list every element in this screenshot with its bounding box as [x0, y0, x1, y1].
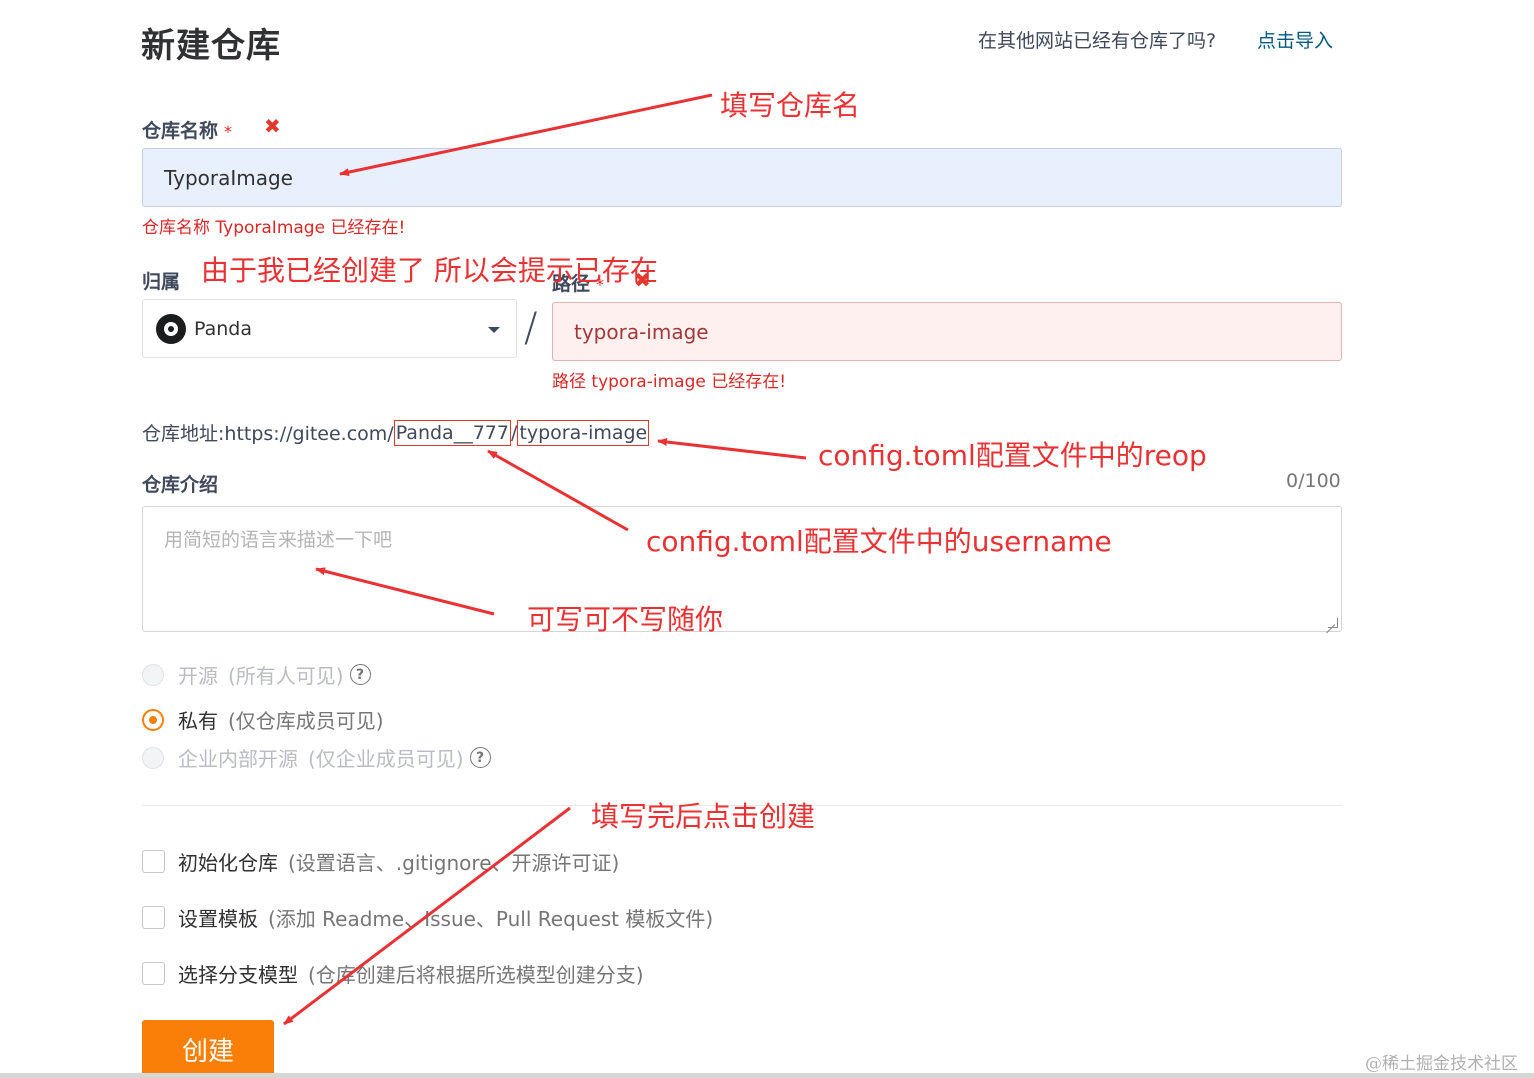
avatar-icon: [156, 313, 186, 344]
arrow-to-repo: [657, 438, 807, 460]
radio-private[interactable]: [142, 708, 164, 731]
annotation-submit: 填写完后点击创建: [591, 800, 816, 833]
radio-private-label: 私有: [178, 709, 218, 733]
visibility-open[interactable]: 开源 (所有人可见) ?: [142, 660, 371, 689]
annotation-name: 填写仓库名: [720, 89, 861, 122]
checkbox-template[interactable]: [142, 906, 165, 929]
help-icon[interactable]: ?: [349, 664, 371, 685]
import-link[interactable]: 点击导入: [1257, 26, 1333, 53]
bottom-bar: [0, 1073, 1534, 1078]
annotation-repo: config.toml配置文件中的reop: [818, 439, 1207, 472]
repo-name-error: 仓库名称 TyporaImage 已经存在!: [142, 218, 406, 238]
close-icon: ✖: [264, 114, 281, 138]
option-branch-label: 选择分支模型: [178, 963, 298, 987]
path-value: typora-image: [574, 319, 709, 344]
annotation-exists: 由于我已经创建了 所以会提示已存在: [201, 254, 658, 287]
checkbox-branch[interactable]: [142, 962, 165, 985]
address-prefix: 仓库地址:https://gitee.com/: [142, 423, 394, 445]
char-counter: 0/100: [1286, 470, 1341, 492]
radio-open-sub: (所有人可见): [228, 664, 344, 688]
option-template-sub: (添加 Readme、Issue、Pull Request 模板文件): [268, 907, 714, 931]
path-error: 路径 typora-image 已经存在!: [552, 372, 787, 392]
radio-private-sub: (仅仓库成员可见): [228, 709, 384, 733]
radio-enterprise-label: 企业内部开源: [178, 747, 298, 771]
radio-open-label: 开源: [178, 664, 218, 688]
option-template[interactable]: 设置模板 (添加 Readme、Issue、Pull Request 模板文件): [142, 903, 713, 932]
radio-open[interactable]: [142, 663, 164, 686]
repo-name-value: TyporaImage: [164, 165, 293, 190]
chevron-down-icon: [488, 327, 500, 333]
owner-select[interactable]: Panda: [142, 299, 517, 358]
option-branch-model[interactable]: 选择分支模型 (仓库创建后将根据所选模型创建分支): [142, 959, 644, 988]
path-separator: /: [524, 305, 538, 351]
option-init-repo[interactable]: 初始化仓库 (设置语言、.gitignore、开源许可证): [142, 847, 619, 876]
description-placeholder: 用简短的语言来描述一下吧: [164, 529, 393, 551]
option-branch-sub: (仓库创建后将根据所选模型创建分支): [308, 963, 644, 987]
required-marker: *: [224, 122, 233, 141]
visibility-private[interactable]: 私有 (仅仓库成员可见): [142, 705, 384, 734]
address-repo: typora-image: [517, 419, 650, 446]
watermark: @稀土掘金技术社区: [1365, 1054, 1518, 1074]
page-title: 新建仓库: [141, 26, 281, 66]
repo-name-label-text: 仓库名称: [142, 120, 219, 142]
radio-enterprise[interactable]: [142, 746, 164, 769]
option-template-label: 设置模板: [178, 907, 258, 931]
radio-enterprise-sub: (仅企业成员可见): [308, 747, 464, 771]
repo-name-label: 仓库名称 *: [142, 116, 232, 143]
option-init-label: 初始化仓库: [178, 851, 278, 875]
owner-name: Panda: [194, 317, 252, 340]
path-input[interactable]: typora-image: [552, 302, 1342, 361]
owner-label: 归属: [142, 271, 181, 293]
visibility-enterprise[interactable]: 企业内部开源 (仅企业成员可见) ?: [142, 743, 491, 772]
checkbox-init[interactable]: [142, 850, 165, 873]
help-icon[interactable]: ?: [469, 747, 491, 768]
repo-name-input[interactable]: TyporaImage: [142, 148, 1342, 207]
resize-handle-icon[interactable]: [1328, 618, 1338, 628]
import-hint: 在其他网站已经有仓库了吗?: [978, 30, 1217, 52]
annotation-username: config.toml配置文件中的username: [646, 525, 1112, 558]
create-button[interactable]: 创建: [142, 1020, 274, 1078]
description-label: 仓库介绍: [142, 474, 219, 496]
repo-address: 仓库地址:https://gitee.com/Panda__777/typora…: [142, 419, 650, 446]
annotation-optional: 可写可不写随你: [527, 603, 724, 636]
option-init-sub: (设置语言、.gitignore、开源许可证): [288, 851, 620, 875]
address-username: Panda__777: [393, 419, 511, 446]
